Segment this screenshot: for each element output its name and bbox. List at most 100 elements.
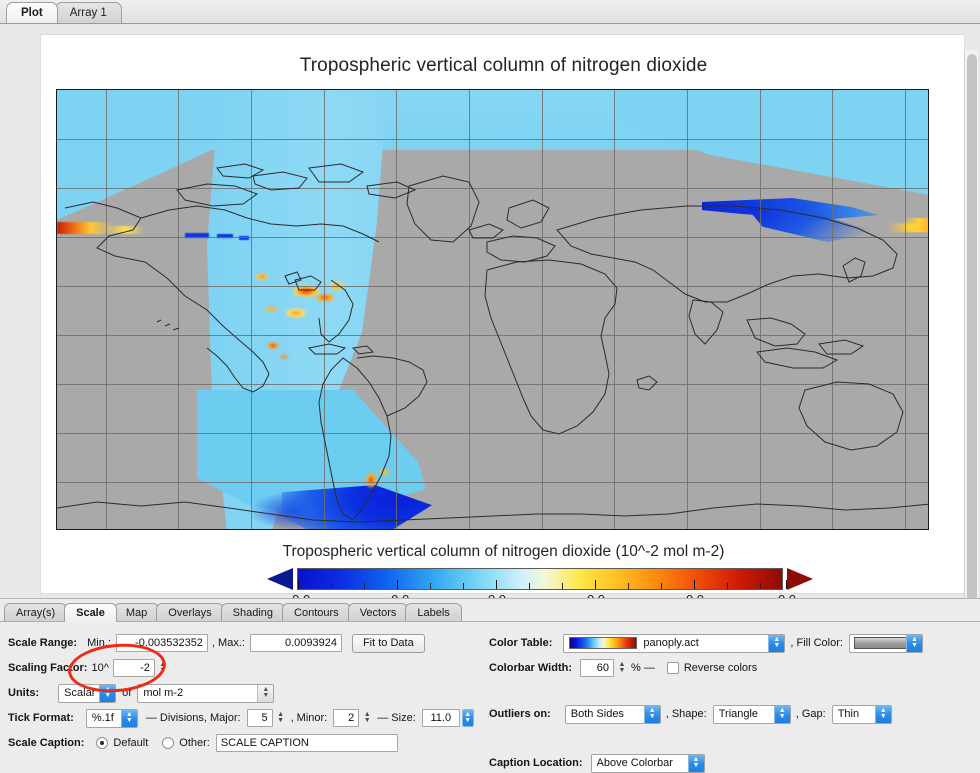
tick-format-label: Tick Format: bbox=[8, 712, 74, 724]
colorbar-tick-minor bbox=[628, 583, 629, 589]
reverse-colors-checkbox[interactable] bbox=[666, 662, 679, 674]
control-tab-shading-label: Shading bbox=[232, 607, 274, 619]
tick-divisions-minor-input[interactable]: 2 bbox=[333, 709, 360, 727]
colorbar-tick-major bbox=[496, 580, 497, 589]
chevron-updown-icon: ▲ ▼ bbox=[99, 684, 116, 702]
tick-size-stepper[interactable]: ▲ ▼ bbox=[461, 709, 474, 727]
scale-caption-other-value: SCALE CAPTION bbox=[220, 737, 309, 749]
control-tab-map[interactable]: Map bbox=[113, 603, 160, 622]
units-mode-select[interactable]: Scalar ▲ ▼ bbox=[58, 683, 117, 703]
scaling-factor-value: -2 bbox=[140, 662, 150, 674]
scaling-factor-input[interactable]: -2 bbox=[112, 659, 155, 677]
outliers-side-select[interactable]: Both Sides ▲ ▼ bbox=[564, 704, 661, 724]
colorbar-width-stepper[interactable]: ▲ ▼ bbox=[616, 659, 628, 677]
plot-vertical-scrollbar[interactable] bbox=[964, 50, 978, 616]
control-tab-bar: Array(s) Scale Map Overlays Shading Cont… bbox=[4, 600, 462, 622]
scale-range-max-input[interactable]: 0.0093924 bbox=[249, 634, 342, 652]
control-tab-arrays-label: Array(s) bbox=[16, 607, 56, 619]
fill-color-select[interactable]: ▲ ▼ bbox=[848, 633, 923, 653]
outliers-shape-select[interactable]: Triangle ▲ ▼ bbox=[712, 704, 791, 724]
colorbar-tick-minor bbox=[364, 583, 365, 589]
colorbar-tick-minor bbox=[760, 583, 761, 589]
outliers-shape-value: Triangle bbox=[718, 708, 759, 720]
chevron-updown-icon: ▲ ▼ bbox=[257, 684, 274, 702]
control-tab-labels[interactable]: Labels bbox=[405, 603, 462, 622]
tick-divisions-major-stepper[interactable]: ▲ ▼ bbox=[275, 709, 287, 727]
control-tab-shading[interactable]: Shading bbox=[220, 603, 286, 622]
scale-range-max-label: , Max.: bbox=[211, 637, 245, 649]
scale-range-min-input[interactable]: -0.003532352 bbox=[115, 634, 208, 652]
outliers-gap-label: , Gap: bbox=[795, 708, 826, 720]
scale-caption-default-radio[interactable] bbox=[96, 737, 109, 749]
colorbar-gradient bbox=[297, 568, 787, 590]
colorbar-width-label: Colorbar Width: bbox=[489, 662, 572, 674]
control-tab-overlays[interactable]: Overlays bbox=[156, 603, 224, 622]
control-tab-overlays-label: Overlays bbox=[168, 607, 212, 619]
caption-location-label: Caption Location: bbox=[489, 757, 583, 769]
caption-location-select[interactable]: Above Colorbar ▲ ▼ bbox=[590, 753, 705, 773]
map-image[interactable] bbox=[56, 89, 929, 530]
colorbar-tick-minor bbox=[331, 583, 332, 589]
control-tab-vectors[interactable]: Vectors bbox=[347, 603, 409, 622]
outliers-side-value: Both Sides bbox=[570, 708, 624, 720]
tick-size-input[interactable]: 11.0 bbox=[421, 709, 460, 727]
tick-divisions-minor-value: 2 bbox=[348, 712, 355, 724]
scale-caption-row: Scale Caption: Default Other: SCALE CAPT… bbox=[8, 733, 398, 753]
chevron-updown-icon: ▲ ▼ bbox=[768, 634, 785, 652]
control-tab-scale-label: Scale bbox=[76, 607, 105, 619]
units-label: Units: bbox=[8, 687, 40, 699]
units-of-label: of bbox=[122, 687, 132, 699]
colorbar-caption: Tropospheric vertical column of nitrogen… bbox=[282, 543, 725, 560]
chevron-updown-icon: ▲ ▼ bbox=[643, 705, 660, 723]
units-value-select[interactable]: mol m-2 ▲ ▼ bbox=[137, 683, 275, 703]
chevron-updown-icon: ▲ ▼ bbox=[120, 709, 137, 727]
colorbar-tick-major bbox=[694, 580, 695, 589]
scale-range-row: Scale Range: Min.: -0.003532352 , Max.: … bbox=[8, 633, 425, 653]
control-tab-arrays[interactable]: Array(s) bbox=[4, 603, 68, 622]
colorbar-tick-minor bbox=[463, 583, 464, 589]
scale-range-max-value: 0.0093924 bbox=[284, 637, 337, 649]
plot-vertical-scrollbar-thumb[interactable] bbox=[967, 54, 977, 602]
control-tab-labels-label: Labels bbox=[417, 607, 450, 619]
outliers-shape-label: , Shape: bbox=[665, 708, 707, 720]
outliers-gap-value: Thin bbox=[837, 708, 860, 720]
scale-caption-other-label: Other: bbox=[179, 737, 210, 749]
colorbar-tick-major bbox=[595, 580, 596, 589]
color-table-row: Color Table: panoply.act ▲ ▼ , Fill Color… bbox=[489, 633, 923, 653]
tab-plot-label: Plot bbox=[21, 7, 43, 19]
units-unit-value: mol m-2 bbox=[143, 687, 184, 699]
control-tab-contours[interactable]: Contours bbox=[282, 603, 351, 622]
fit-to-data-button[interactable]: Fit to Data bbox=[351, 633, 425, 653]
scaling-factor-label: Scaling Factor: bbox=[8, 662, 88, 674]
outliers-gap-select[interactable]: Thin ▲ ▼ bbox=[831, 704, 892, 724]
colorbar-width-percent-label: % — bbox=[631, 662, 655, 674]
tick-divisions-minor-label: , Minor: bbox=[290, 712, 328, 724]
control-tab-vectors-label: Vectors bbox=[359, 607, 397, 619]
control-tab-contours-label: Contours bbox=[294, 607, 339, 619]
tick-divisions-major-value: 5 bbox=[261, 712, 268, 724]
tick-divisions-minor-stepper[interactable]: ▲ ▼ bbox=[361, 709, 373, 727]
tab-array-1[interactable]: Array 1 bbox=[54, 2, 122, 23]
color-table-select[interactable]: panoply.act ▲ ▼ bbox=[563, 633, 786, 653]
tick-size-label: — Size: bbox=[377, 712, 416, 724]
tick-format-select[interactable]: %.1f ▲ ▼ bbox=[85, 708, 138, 728]
colorbar-row bbox=[267, 568, 813, 590]
tab-plot[interactable]: Plot bbox=[6, 2, 58, 23]
scale-caption-other-radio[interactable] bbox=[162, 737, 175, 749]
scaling-factor-stepper[interactable]: ▲ ▼ bbox=[157, 659, 169, 677]
colorbar-low-outlier-triangle-icon bbox=[267, 568, 293, 590]
chevron-updown-icon: ▲ ▼ bbox=[905, 634, 922, 652]
tick-size-value: 11.0 bbox=[430, 712, 452, 724]
window-tab-bar: Plot Array 1 bbox=[0, 0, 980, 24]
tick-divisions-major-input[interactable]: 5 bbox=[246, 709, 273, 727]
units-row: Units: Scalar ▲ ▼ of mol m-2 ▲ ▼ bbox=[8, 683, 275, 703]
scale-caption-other-input[interactable]: SCALE CAPTION bbox=[215, 734, 398, 752]
colorbar-tick-minor bbox=[562, 583, 563, 589]
colorbar-width-input[interactable]: 60 bbox=[580, 659, 614, 677]
plot-canvas[interactable]: Tropospheric vertical column of nitrogen… bbox=[40, 34, 965, 607]
control-tab-scale[interactable]: Scale bbox=[64, 603, 117, 622]
fill-color-swatch bbox=[853, 637, 912, 649]
scale-caption-label: Scale Caption: bbox=[8, 737, 85, 749]
scale-tab-panel: Scale Range: Min.: -0.003532352 , Max.: … bbox=[0, 621, 980, 773]
colorbar-tick-minor bbox=[727, 583, 728, 589]
